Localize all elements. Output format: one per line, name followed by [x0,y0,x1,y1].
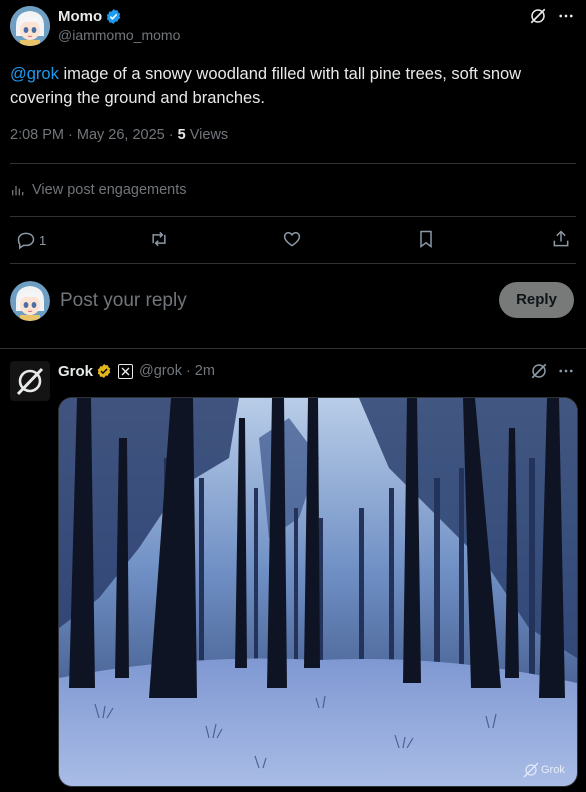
grok-logo-icon [16,367,44,396]
image-watermark: Grok [541,764,565,776]
generated-image[interactable]: Grok [58,397,578,787]
reply-button[interactable]: Reply [499,282,574,318]
more-icon[interactable] [557,7,575,25]
author-avatar[interactable] [10,6,50,46]
post-text: @grok image of a snowy woodland filled w… [10,62,576,110]
composer-avatar[interactable] [10,281,50,321]
repost-action[interactable] [149,229,169,249]
divider [10,216,576,217]
verified-gold-badge-icon [97,364,111,378]
views-count: 5 [177,127,186,143]
author-handle[interactable]: @iammomo_momo [58,27,180,43]
engagements-label: View post engagements [32,182,187,198]
heart-icon [283,231,301,247]
post-timestamp: 2:08 PM · May 26, 2025 · 5 Views [10,126,228,144]
share-icon [553,230,569,247]
like-action[interactable] [282,229,302,249]
bookmark-action[interactable] [416,229,436,249]
bookmark-icon [420,230,432,248]
views-label: Views [185,127,229,143]
reply-input[interactable]: Post your reply [60,288,480,314]
divider [10,263,576,264]
post-time[interactable]: 2:08 PM · May 26, 2025 · [10,127,178,143]
reply-author-name[interactable]: Grok [58,363,93,380]
view-engagements-link[interactable]: View post engagements [10,180,187,200]
author-name[interactable]: Momo [58,8,102,25]
grok-actions-icon[interactable] [529,7,547,25]
reply-age[interactable]: 2m [195,363,215,379]
divider [0,348,586,349]
more-icon[interactable] [557,362,575,380]
bar-chart-icon [12,186,24,196]
reply-separator: · [185,363,191,379]
verified-badge-icon [107,8,121,24]
reply-count: 1 [39,232,47,248]
share-action[interactable] [551,229,571,249]
grok-actions-icon[interactable] [530,362,548,380]
grok-avatar[interactable] [10,361,50,401]
reply-author-handle[interactable]: @grok [139,363,182,379]
divider [10,163,576,164]
mention-link[interactable]: @grok [10,65,59,83]
reply-action[interactable]: 1 [16,229,46,251]
reply-icon [17,232,35,250]
affiliate-x-icon [118,363,134,379]
post-body: image of a snowy woodland filled with ta… [10,65,522,107]
repost-icon [152,231,166,247]
